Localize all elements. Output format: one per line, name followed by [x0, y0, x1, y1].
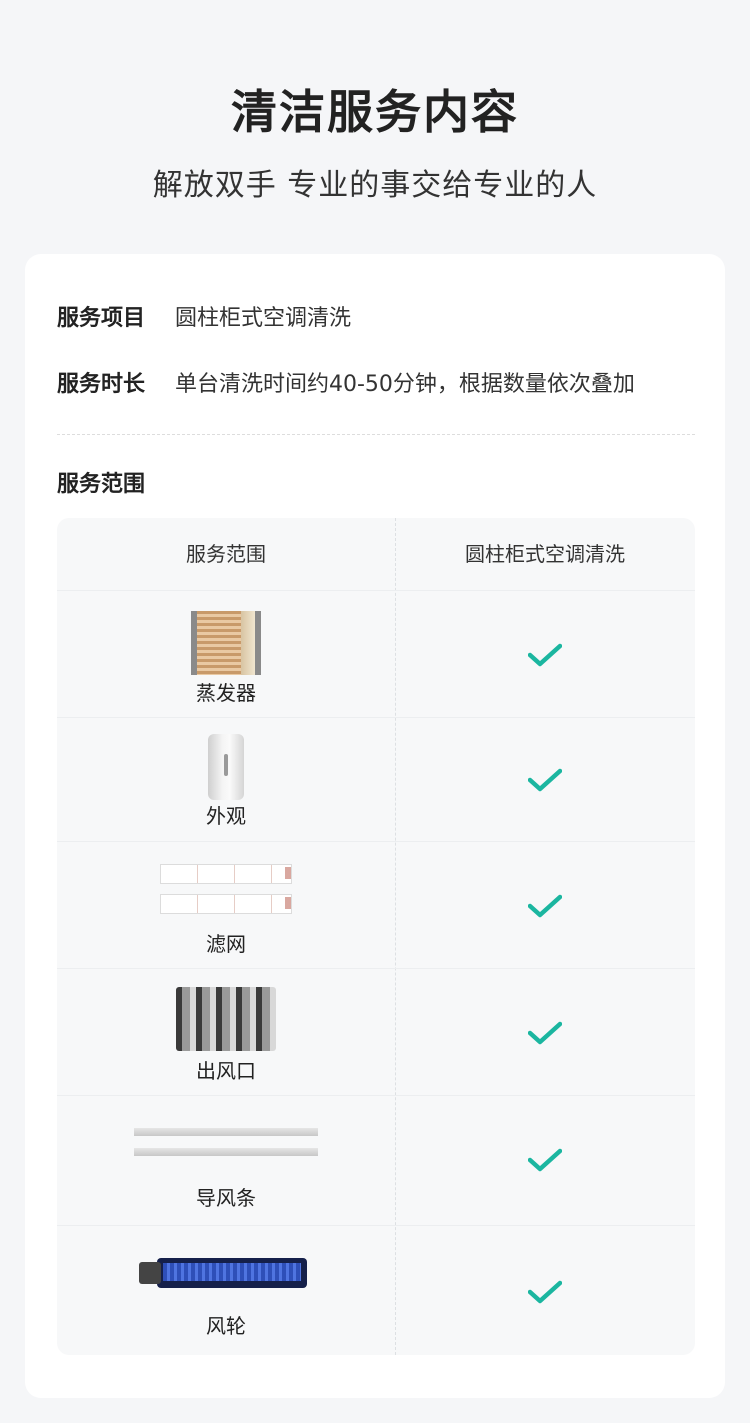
check-icon: [528, 1148, 562, 1172]
row-label: 外观: [206, 804, 246, 828]
page-title: 清洁服务内容: [231, 85, 519, 139]
check-icon: [528, 643, 562, 667]
service-item-label: 服务项目: [57, 306, 146, 331]
evaporator-image: [57, 611, 395, 675]
service-card: 服务项目 圆柱柜式空调清洗 服务时长 单台清洗时间约40-50分钟，根据数量依次…: [25, 254, 725, 1398]
row-label: 蒸发器: [196, 681, 256, 705]
table-row: 滤网: [57, 841, 695, 969]
column-header-scope: 服务范围: [186, 542, 266, 566]
check-icon: [528, 894, 562, 918]
table-header: 服务范围 圆柱柜式空调清洗: [57, 518, 695, 590]
check-icon: [528, 1280, 562, 1304]
table-row: 风轮: [57, 1225, 695, 1355]
table-row: 导风条: [57, 1095, 695, 1226]
service-duration-value: 单台清洗时间约40-50分钟，根据数量依次叠加: [175, 372, 635, 397]
service-duration-row: 服务时长 单台清洗时间约40-50分钟，根据数量依次叠加: [57, 366, 635, 398]
service-item-value: 圆柱柜式空调清洗: [175, 306, 352, 331]
filter-image: [57, 864, 395, 914]
table-row: 蒸发器: [57, 590, 695, 718]
scope-table: 服务范围 圆柱柜式空调清洗 蒸发器 外观 滤网 出风口 导风条 风轮: [57, 518, 695, 1355]
row-label: 导风条: [196, 1186, 256, 1210]
service-item-row: 服务项目 圆柱柜式空调清洗: [57, 300, 351, 332]
air-outlet-image: [57, 987, 395, 1051]
air-guide-strip-image: [57, 1128, 395, 1156]
check-icon: [528, 768, 562, 792]
check-icon: [528, 1021, 562, 1045]
page-header: 清洁服务内容 解放双手 专业的事交给专业的人: [0, 0, 750, 250]
row-label: 风轮: [206, 1314, 246, 1338]
divider: [57, 434, 695, 435]
column-header-service: 圆柱柜式空调清洗: [465, 542, 625, 566]
row-label: 滤网: [206, 932, 246, 956]
table-row: 外观: [57, 717, 695, 842]
service-duration-label: 服务时长: [57, 372, 146, 397]
scope-section-title: 服务范围: [57, 472, 146, 497]
fan-wheel-image: [57, 1256, 395, 1290]
page-subtitle: 解放双手 专业的事交给专业的人: [152, 168, 598, 203]
row-label: 出风口: [196, 1059, 256, 1083]
exterior-image: [57, 734, 395, 800]
table-row: 出风口: [57, 968, 695, 1096]
